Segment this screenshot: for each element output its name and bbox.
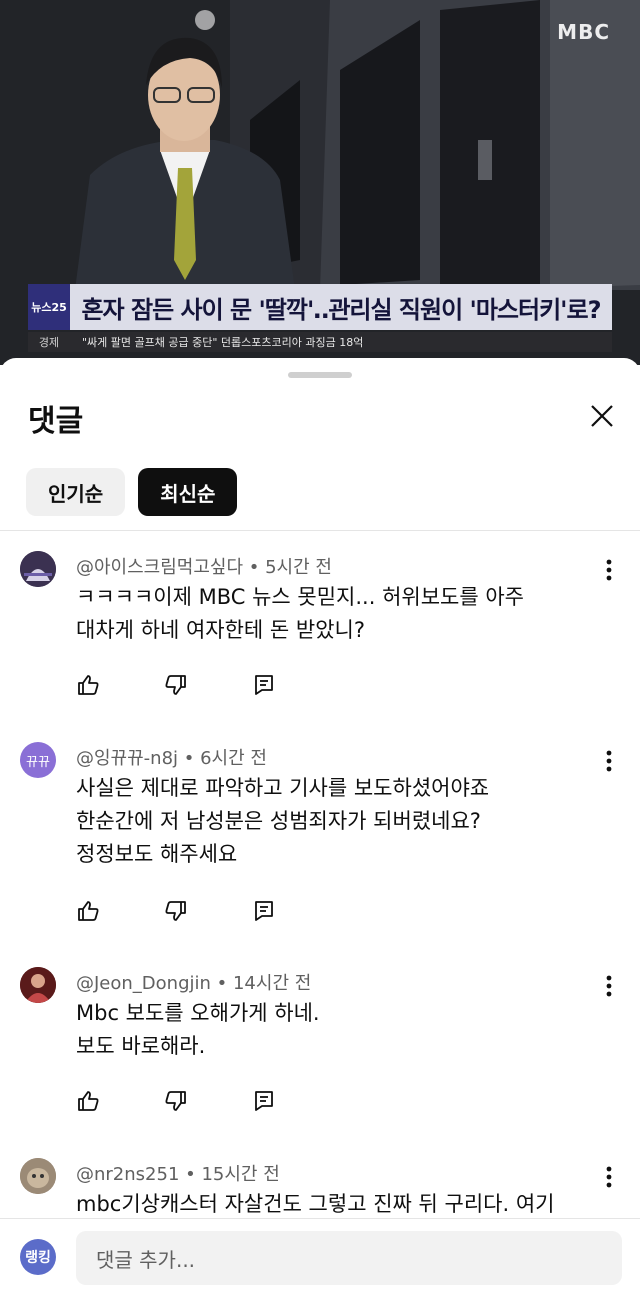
comment-item: 뀨뀨 @잉뀨뀨-n8j • 6시간 전 사실은 제대로 파악하고 기사를 보도하… (0, 742, 640, 952)
comment-text: mbc기상캐스터 자살건도 그렇고 진짜 뒤 구리다. 여기 (76, 1188, 616, 1218)
thumbs-down-icon (165, 675, 186, 695)
more-options-icon[interactable] (606, 750, 612, 772)
dislike-button[interactable] (164, 897, 252, 925)
comment-meta: @잉뀨뀨-n8j • 6시간 전 (76, 748, 267, 769)
sort-chips: 인기순 최신순 (26, 468, 238, 516)
comment-actions (76, 897, 340, 925)
more-options-icon[interactable] (606, 975, 612, 997)
comment-meta: @아이스크림먹고싶다 • 5시간 전 (76, 557, 332, 578)
channel-logo: MBC (557, 20, 610, 44)
news-chyron: 뉴스25 혼자 잠든 사이 문 '딸깍'‥관리실 직원이 '마스터키'로? (28, 284, 612, 330)
news-program-badge: 뉴스25 (28, 284, 70, 330)
comment-line: 사실은 제대로 파악하고 기사를 보도하셨어야죠 (76, 776, 490, 800)
avatar[interactable] (20, 551, 56, 587)
comment-author[interactable]: @Jeon_Dongjin (76, 973, 211, 994)
avatar-image (20, 967, 56, 1003)
video-player[interactable]: MBC 뉴스25 혼자 잠든 사이 문 '딸깍'‥관리실 직원이 '마스터키'로… (0, 0, 640, 365)
comment-line: 보도 바로해라. (76, 1034, 206, 1058)
news-headline: 혼자 잠든 사이 문 '딸깍'‥관리실 직원이 '마스터키'로? (81, 295, 601, 324)
comment-time: 6시간 전 (200, 748, 267, 769)
add-comment-bar: 랭킹 댓글 추가... (0, 1218, 640, 1297)
comment-meta: @nr2ns251 • 15시간 전 (76, 1164, 280, 1185)
like-button[interactable] (76, 1087, 164, 1115)
comment-author[interactable]: @잉뀨뀨-n8j (76, 748, 178, 769)
dislike-button[interactable] (164, 1087, 252, 1115)
reply-button[interactable] (252, 897, 340, 925)
comment-line: 정정보도 해주세요 (76, 842, 238, 866)
comment-text: 사실은 제대로 파악하고 기사를 보도하셨어야죠 한순간에 저 남성분은 성범죄… (76, 772, 576, 871)
drag-handle[interactable] (288, 372, 352, 378)
reply-icon (255, 675, 273, 695)
thumbs-up-icon (78, 901, 99, 921)
divider (0, 530, 640, 531)
more-options-icon[interactable] (606, 1166, 612, 1188)
comment-actions (76, 671, 340, 699)
avatar-image (20, 1158, 56, 1194)
comment-meta: @Jeon_Dongjin • 14시간 전 (76, 973, 312, 994)
chip-newest-first[interactable]: 최신순 (138, 468, 238, 516)
like-button[interactable] (76, 897, 164, 925)
dislike-button[interactable] (164, 671, 252, 699)
avatar-image (20, 551, 56, 587)
thumbs-up-icon (78, 1091, 99, 1111)
avatar[interactable] (20, 1158, 56, 1194)
sheet-title: 댓글 (28, 404, 84, 439)
add-comment-input[interactable]: 댓글 추가... (76, 1231, 622, 1285)
thumbs-up-icon (78, 675, 99, 695)
comment-author[interactable]: @nr2ns251 (76, 1164, 179, 1185)
reply-button[interactable] (252, 1087, 340, 1115)
avatar[interactable] (20, 967, 56, 1003)
comment-actions (76, 1087, 340, 1115)
comment-item: @Jeon_Dongjin • 14시간 전 Mbc 보도를 오해가게 하네. … (0, 967, 640, 1137)
comment-line: 대차게 하네 여자한테 돈 받았니? (76, 618, 366, 642)
comment-time: 15시간 전 (201, 1164, 280, 1185)
comment-text: ㅋㅋㅋㅋ이제 MBC 뉴스 못믿지... 허위보도를 아주 대차게 하네 여자한… (76, 581, 576, 647)
chip-top-comments[interactable]: 인기순 (26, 468, 126, 516)
news-ticker: 경제 "싸게 팔면 골프채 공급 중단" 던롭스포츠코리아 과징금 18억 (28, 332, 612, 352)
reply-icon (255, 901, 273, 921)
thumbs-down-icon (165, 901, 186, 921)
reply-icon (255, 1091, 273, 1111)
reply-button[interactable] (252, 671, 340, 699)
comment-line: Mbc 보도를 오해가게 하네. (76, 1001, 320, 1025)
comment-item: @아이스크림먹고싶다 • 5시간 전 ㅋㅋㅋㅋ이제 MBC 뉴스 못믿지... … (0, 551, 640, 721)
comment-item: @nr2ns251 • 15시간 전 mbc기상캐스터 자살건도 그렇고 진짜 … (0, 1158, 640, 1218)
ticker-text: "싸게 팔면 골프채 공급 중단" 던롭스포츠코리아 과징금 18억 (82, 336, 364, 349)
close-icon[interactable] (588, 402, 616, 430)
comment-author[interactable]: @아이스크림먹고싶다 (76, 557, 243, 578)
thumbs-down-icon (165, 1091, 186, 1111)
comment-time: 14시간 전 (232, 973, 312, 994)
ticker-section: 경제 (38, 336, 60, 349)
comment-line: 한순간에 저 남성분은 성범죄자가 되버렸네요? (76, 809, 481, 833)
like-button[interactable] (76, 671, 164, 699)
avatar[interactable]: 뀨뀨 (20, 742, 56, 778)
comment-line: mbc기상캐스터 자살건도 그렇고 진짜 뒤 구리다. 여기 (76, 1192, 555, 1216)
comment-text: Mbc 보도를 오해가게 하네. 보도 바로해라. (76, 997, 576, 1063)
comment-time: 5시간 전 (265, 557, 332, 578)
more-options-icon[interactable] (606, 559, 612, 581)
user-avatar[interactable]: 랭킹 (20, 1239, 56, 1275)
comment-line: ㅋㅋㅋㅋ이제 MBC 뉴스 못믿지... 허위보도를 아주 (76, 585, 524, 609)
